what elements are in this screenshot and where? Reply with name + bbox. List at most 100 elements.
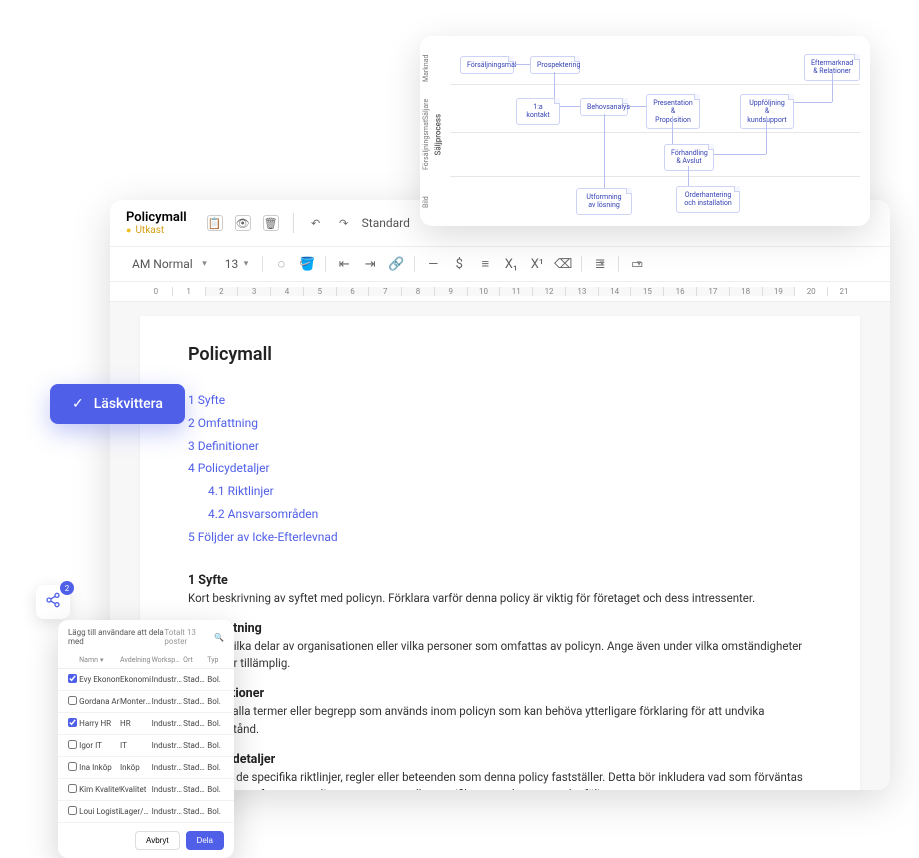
cell-ws: Industri AB	[152, 719, 184, 728]
page-title: Policymall	[188, 344, 812, 365]
redo-icon[interactable]: ↷	[336, 215, 352, 231]
user-row[interactable]: Ina InköpInköpIndustri ABStadenBol.	[58, 757, 234, 779]
cancel-button[interactable]: Avbryt	[135, 831, 180, 850]
currency-icon[interactable]: $	[451, 256, 467, 272]
connector	[554, 72, 555, 98]
user-row[interactable]: Kim KvalitetKvalitetIndustri ABStadenBol…	[58, 779, 234, 801]
cell-ws: Industri AB	[152, 763, 184, 772]
connector	[514, 64, 530, 65]
document-page[interactable]: Policymall 1 Syfte2 Omfattning3 Definiti…	[140, 316, 860, 790]
toc-link[interactable]: 4 Policydetaljer	[188, 457, 812, 480]
lane-label: Bild	[422, 196, 430, 208]
layout-icon[interactable]: ▭	[629, 256, 645, 272]
cell-type: Bol.	[207, 697, 224, 706]
subscript-icon[interactable]: X₁	[503, 256, 519, 272]
row-checkbox[interactable]	[68, 674, 77, 683]
row-checkbox[interactable]	[68, 718, 77, 727]
user-row[interactable]: Loui LogistikLager/LogistikIndustri ABSt…	[58, 801, 234, 823]
toc-link[interactable]: 2 Omfattning	[188, 412, 812, 435]
flow-node[interactable]: 1:a kontakt	[516, 98, 560, 125]
sort-icon: ▾	[100, 656, 104, 664]
cell-dept: Ekonomi	[120, 675, 152, 684]
lane-divider	[450, 84, 860, 85]
ruler-tick: 9	[434, 287, 467, 296]
section-heading: 3 Definitioner	[188, 686, 812, 701]
style-select[interactable]: AM Normal	[126, 255, 211, 273]
cell-dept: HR	[120, 719, 152, 728]
cell-city: Staden	[183, 719, 207, 728]
share-panel-title: Lägg till användare att dela med	[68, 628, 164, 646]
undo-icon[interactable]: ↶	[308, 215, 324, 231]
cell-city: Staden	[183, 697, 207, 706]
row-checkbox[interactable]	[68, 696, 77, 705]
highlight-icon[interactable]: ◌	[273, 256, 289, 272]
flow-node[interactable]: Orderhantering och installation	[676, 186, 740, 213]
row-checkbox[interactable]	[68, 762, 77, 771]
share-panel-header: Lägg till användare att dela med Totalt …	[58, 620, 234, 652]
cell-name: Igor IT	[79, 741, 120, 750]
col-city[interactable]: Ort	[183, 656, 207, 664]
ruler-tick: 14	[598, 287, 631, 296]
indent-icon[interactable]: ⇥	[362, 256, 378, 272]
cell-city: Staden	[183, 763, 207, 772]
cell-dept: Inköp	[120, 763, 152, 772]
toc-link[interactable]: 3 Definitioner	[188, 435, 812, 458]
share-confirm-button[interactable]: Dela	[186, 831, 224, 850]
row-checkbox[interactable]	[68, 740, 77, 749]
preview-icon[interactable]: 👁	[235, 215, 251, 231]
read-confirm-button[interactable]: ✓ Läskvittera	[50, 384, 185, 424]
col-name[interactable]: Namn ▾	[79, 656, 120, 664]
flow-node[interactable]: Uppföljning & kundsupport	[740, 94, 794, 129]
spacing-icon[interactable]: ≡	[477, 256, 493, 272]
ruler-tick: 15	[630, 287, 663, 296]
flow-node[interactable]: Presentation & Proposition	[646, 94, 700, 129]
lane-label: Marknad	[422, 55, 430, 82]
lane-divider	[450, 132, 860, 133]
user-row[interactable]: Igor ITITIndustri ABStadenBol.	[58, 735, 234, 757]
flow-node[interactable]: Utformning av lösning	[576, 188, 632, 215]
line-height-icon[interactable]: ≣	[592, 256, 608, 272]
user-row[interactable]: Gordana ArbetsledareMonteringIndustri AB…	[58, 691, 234, 713]
toc-link[interactable]: 1 Syfte	[188, 389, 812, 412]
trash-icon[interactable]: 🗑	[263, 215, 279, 231]
flow-node[interactable]: Förhandling & Avslut	[664, 144, 714, 171]
cell-city: Staden	[183, 675, 207, 684]
col-workspace[interactable]: Workspace	[152, 656, 184, 664]
superscript-icon[interactable]: X¹	[529, 256, 545, 272]
clear-format-icon[interactable]: ⌫	[555, 256, 571, 272]
user-row[interactable]: Harry HRHRIndustri ABStadenBol.	[58, 713, 234, 735]
paint-icon[interactable]: 🪣	[299, 256, 315, 272]
share-panel-meta: Totalt 13 poster 🔍	[164, 628, 224, 646]
col-dept[interactable]: Avdelning	[120, 656, 152, 664]
cell-city: Staden	[183, 807, 207, 816]
flow-node[interactable]: Prospektering	[530, 56, 580, 74]
mode-label[interactable]: Standard	[362, 216, 410, 230]
cell-dept: Montering	[120, 697, 152, 706]
search-icon[interactable]: 🔍	[214, 633, 224, 642]
ruler-tick: 10	[467, 287, 500, 296]
link-icon[interactable]: 🔗	[388, 256, 404, 272]
separator	[618, 256, 619, 272]
col-type[interactable]: Typ	[207, 656, 224, 664]
row-checkbox[interactable]	[68, 806, 77, 815]
cell-type: Bol.	[207, 807, 224, 816]
separator	[581, 256, 582, 272]
hr-icon[interactable]: —	[425, 256, 441, 272]
user-row[interactable]: Evy EkonomiEkonomiIndustri ABStadenBol.	[58, 669, 234, 691]
toc-link[interactable]: 5 Följder av Icke-Efterlevnad	[188, 526, 812, 549]
flow-node[interactable]: Försäljningsmål	[460, 56, 514, 74]
ruler: 0123456789101112131415161718192021	[110, 282, 890, 302]
toc-link[interactable]: 4.1 Riktlinjer	[188, 480, 812, 503]
clipboard-icon[interactable]: 📋	[207, 215, 223, 231]
row-checkbox[interactable]	[68, 784, 77, 793]
connector	[688, 166, 689, 186]
toc-link[interactable]: 4.2 Ansvarsområden	[188, 503, 812, 526]
section-heading: 2 Omfattning	[188, 621, 812, 636]
connector	[604, 114, 605, 188]
outdent-icon[interactable]: ⇤	[336, 256, 352, 272]
connector	[672, 116, 673, 144]
font-size-select[interactable]: 13	[221, 257, 253, 271]
separator	[262, 256, 263, 272]
cell-city: Staden	[183, 741, 207, 750]
share-badge[interactable]: 2	[36, 585, 70, 619]
